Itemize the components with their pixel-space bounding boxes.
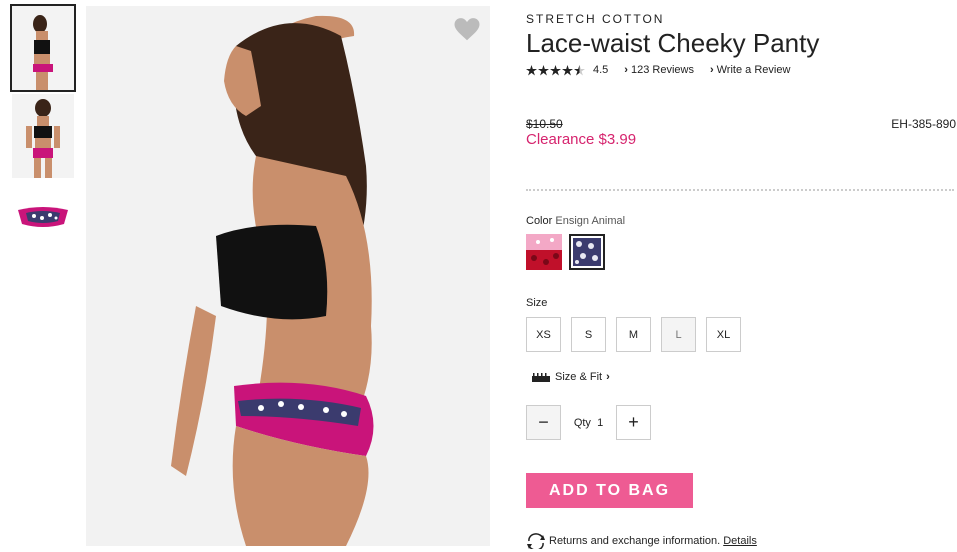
thumbnail-3-image — [12, 182, 74, 262]
reviews-link[interactable]: › 123 Reviews — [624, 64, 694, 76]
divider — [526, 189, 954, 191]
color-swatch-pink-red[interactable] — [526, 234, 562, 270]
model-photo — [86, 6, 490, 546]
sale-price: Clearance $3.99 — [526, 131, 637, 148]
size-option-l[interactable]: L — [661, 317, 696, 352]
ruler-icon — [532, 372, 550, 382]
star-icon — [526, 64, 537, 75]
size-option-xl[interactable]: XL — [706, 317, 741, 352]
write-review-label[interactable]: Write a Review — [717, 64, 791, 76]
thumbnail-3[interactable] — [12, 182, 74, 262]
returns-info: Returns and exchange information. Detail… — [526, 533, 757, 549]
chevron-right-icon: › — [624, 64, 628, 76]
star-icon — [538, 64, 549, 75]
swatch-pink-red-image — [526, 234, 562, 270]
quantity-stepper: − Qty 1 + — [526, 405, 651, 440]
quantity-label: Qty — [573, 416, 591, 429]
thumbnail-2[interactable] — [12, 94, 74, 178]
add-to-bag-button[interactable]: ADD TO BAG — [526, 473, 693, 508]
swatch-ensign-animal-image — [573, 238, 601, 266]
chevron-right-icon: › — [606, 371, 610, 383]
thumbnail-1-image — [12, 6, 74, 90]
thumbnail-2-image — [12, 94, 74, 178]
rating-value: 4.5 — [593, 64, 609, 76]
star-icon — [550, 64, 561, 75]
reviews-link-label[interactable]: 123 Reviews — [631, 64, 694, 76]
original-price: $10.50 — [526, 117, 563, 131]
size-fit-label[interactable]: Size & Fit — [555, 371, 602, 383]
size-options: XS S M L XL — [526, 317, 741, 352]
product-sku: EH-385-890 — [891, 117, 956, 131]
quantity-value: 1 — [597, 416, 604, 429]
color-label: Color Ensign Animal — [526, 215, 625, 227]
color-label-text: Color — [526, 215, 553, 227]
size-option-s[interactable]: S — [571, 317, 606, 352]
quantity-display: Qty 1 — [561, 417, 616, 429]
rating-stars — [526, 64, 585, 76]
size-option-xs[interactable]: XS — [526, 317, 561, 352]
heart-icon[interactable] — [452, 14, 482, 44]
selected-color-name: Ensign Animal — [555, 215, 626, 227]
quantity-increase-button[interactable]: + — [616, 405, 651, 440]
rating-row: 4.5 › 123 Reviews › Write a Review — [526, 64, 790, 76]
quantity-decrease-button[interactable]: − — [526, 405, 561, 440]
chevron-right-icon: › — [709, 64, 714, 76]
size-option-m[interactable]: M — [616, 317, 651, 352]
returns-text: Returns and exchange information. — [549, 535, 721, 547]
color-swatch-ensign-animal[interactable] — [569, 234, 605, 270]
write-review-link[interactable]: › Write a Review — [710, 64, 790, 76]
size-fit-link[interactable]: Size & Fit › — [532, 371, 613, 383]
thumbnail-1[interactable] — [10, 4, 76, 92]
thumbnail-list — [10, 4, 76, 266]
returns-details-link[interactable]: Details — [723, 535, 757, 547]
returns-icon — [527, 533, 545, 549]
star-icon — [562, 64, 573, 75]
size-label: Size — [526, 297, 548, 309]
product-title: Lace-waist Cheeky Panty — [526, 28, 820, 58]
half-star-icon — [574, 64, 585, 75]
product-brand: STRETCH COTTON — [526, 12, 665, 26]
product-main-image[interactable] — [86, 6, 490, 546]
